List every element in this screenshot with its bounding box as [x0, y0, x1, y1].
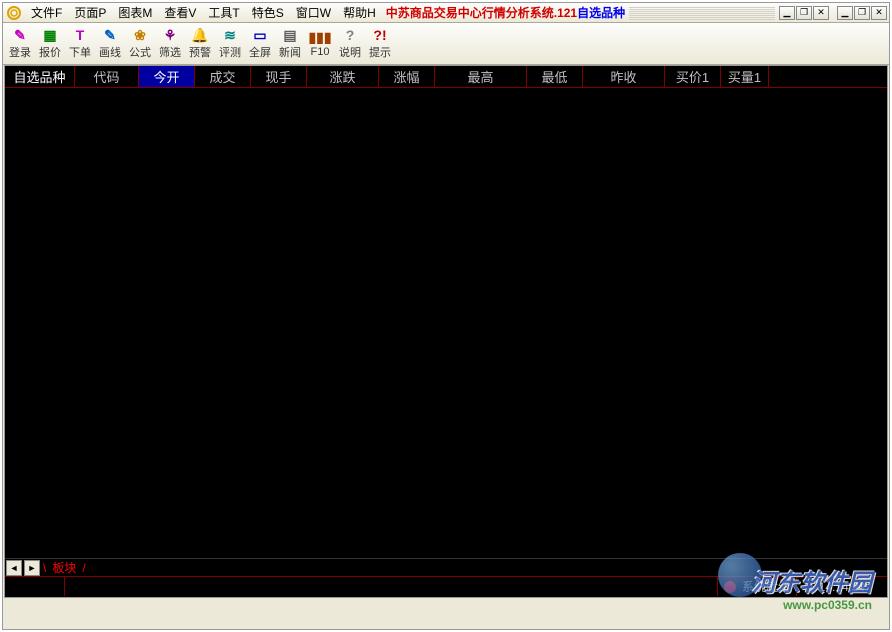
- f10-icon: ▮▮▮: [312, 29, 328, 45]
- toolbar-label: 画线: [99, 44, 121, 60]
- menu-item-1[interactable]: 页面P: [68, 4, 112, 22]
- toolbar-label: 预警: [189, 44, 211, 60]
- toolbar-公式[interactable]: ❀公式: [125, 25, 155, 63]
- scroll-left-button[interactable]: ◄: [6, 560, 22, 576]
- inner-close-button[interactable]: ✕: [813, 6, 829, 20]
- app-logo-icon: [6, 5, 22, 21]
- column-header-4[interactable]: 现手: [251, 66, 307, 87]
- toolbar-下单[interactable]: T下单: [65, 25, 95, 63]
- toolbar-评测[interactable]: ≋评测: [215, 25, 245, 63]
- toolbar: ✎登录▦报价T下单✎画线❀公式⚘筛选🔔预警≋评测▭全屏▤新闻▮▮▮F10?说明?…: [3, 23, 889, 65]
- menu-item-2[interactable]: 图表M: [112, 4, 158, 22]
- toolbar-label: 全屏: [249, 44, 271, 60]
- formula-icon: ❀: [132, 27, 148, 43]
- toolbar-全屏[interactable]: ▭全屏: [245, 25, 275, 63]
- inner-restore-button[interactable]: ❐: [796, 6, 812, 20]
- outer-window-controls: ▁ ❐ ✕: [837, 6, 887, 20]
- fullscreen-icon: ▭: [252, 27, 268, 43]
- minimize-button[interactable]: ▁: [837, 6, 853, 20]
- order-icon: T: [72, 27, 88, 43]
- filter-icon: ⚘: [162, 27, 178, 43]
- menubar: 文件F页面P图表M查看V工具T特色S窗口W帮助H 中苏商品交易中心行情分析系统.…: [3, 3, 889, 23]
- watermark-globe-icon: [718, 553, 762, 597]
- tab-sector[interactable]: 板块: [46, 559, 82, 576]
- toolbar-label: 说明: [339, 44, 361, 60]
- data-grid[interactable]: [5, 88, 887, 558]
- hint-icon: ?!: [372, 27, 388, 43]
- toolbar-label: F10: [311, 46, 330, 58]
- menu-item-4[interactable]: 工具T: [202, 4, 245, 22]
- toolbar-预警[interactable]: 🔔预警: [185, 25, 215, 63]
- news-icon: ▤: [282, 27, 298, 43]
- toolbar-label: 新闻: [279, 44, 301, 60]
- main-window: 文件F页面P图表M查看V工具T特色S窗口W帮助H 中苏商品交易中心行情分析系统.…: [2, 2, 890, 630]
- status-cell-1: [5, 577, 65, 596]
- column-header-1[interactable]: 代码: [75, 66, 139, 87]
- column-header-3[interactable]: 成交: [195, 66, 251, 87]
- inner-minimize-button[interactable]: ▁: [779, 6, 795, 20]
- toolbar-F10[interactable]: ▮▮▮F10: [305, 25, 335, 63]
- login-icon: ✎: [12, 27, 28, 43]
- quote-icon: ▦: [42, 27, 58, 43]
- close-button[interactable]: ✕: [871, 6, 887, 20]
- toolbar-label: 筛选: [159, 44, 181, 60]
- column-header-8[interactable]: 最低: [527, 66, 583, 87]
- toolbar-label: 提示: [369, 44, 391, 60]
- menu-item-0[interactable]: 文件F: [25, 4, 68, 22]
- app-title: 中苏商品交易中心行情分析系统.121: [386, 4, 577, 21]
- column-headers: 自选品种代码今开成交现手涨跌涨幅最高最低昨收买价1买量1: [5, 66, 887, 88]
- column-header-9[interactable]: 昨收: [583, 66, 665, 87]
- toolbar-登录[interactable]: ✎登录: [5, 25, 35, 63]
- toolbar-画线[interactable]: ✎画线: [95, 25, 125, 63]
- app-title-suffix: 自选品种: [577, 4, 625, 21]
- column-header-11[interactable]: 买量1: [721, 66, 769, 87]
- titlebar-filler: [629, 6, 775, 20]
- content-area: 自选品种代码今开成交现手涨跌涨幅最高最低昨收买价1买量1 ◄ ► \ 板块 / …: [4, 65, 888, 598]
- toolbar-新闻[interactable]: ▤新闻: [275, 25, 305, 63]
- column-header-0[interactable]: 自选品种: [5, 66, 75, 87]
- toolbar-筛选[interactable]: ⚘筛选: [155, 25, 185, 63]
- menu-item-6[interactable]: 窗口W: [290, 4, 337, 22]
- toolbar-label: 公式: [129, 44, 151, 60]
- column-header-2[interactable]: 今开: [139, 66, 195, 87]
- maximize-button[interactable]: ❐: [854, 6, 870, 20]
- toolbar-label: 登录: [9, 44, 31, 60]
- menu-item-7[interactable]: 帮助H: [337, 4, 382, 22]
- column-header-5[interactable]: 涨跌: [307, 66, 379, 87]
- alert-icon: 🔔: [192, 27, 208, 43]
- draw-icon: ✎: [102, 27, 118, 43]
- help-icon: ?: [342, 27, 358, 43]
- scroll-right-button[interactable]: ►: [24, 560, 40, 576]
- toolbar-label: 评测: [219, 44, 241, 60]
- status-cell-main: [65, 577, 718, 596]
- predict-icon: ≋: [222, 27, 238, 43]
- menu-item-5[interactable]: 特色S: [246, 4, 290, 22]
- toolbar-label: 下单: [69, 44, 91, 60]
- column-header-6[interactable]: 涨幅: [379, 66, 435, 87]
- column-header-10[interactable]: 买价1: [665, 66, 721, 87]
- toolbar-label: 报价: [39, 44, 61, 60]
- column-header-7[interactable]: 最高: [435, 66, 527, 87]
- inner-window-controls: ▁ ❐ ✕: [779, 6, 829, 20]
- menu-item-3[interactable]: 查看V: [158, 4, 202, 22]
- toolbar-说明[interactable]: ?说明: [335, 25, 365, 63]
- status-time: 14:14:24: [797, 577, 887, 596]
- toolbar-提示[interactable]: ?!提示: [365, 25, 395, 63]
- toolbar-报价[interactable]: ▦报价: [35, 25, 65, 63]
